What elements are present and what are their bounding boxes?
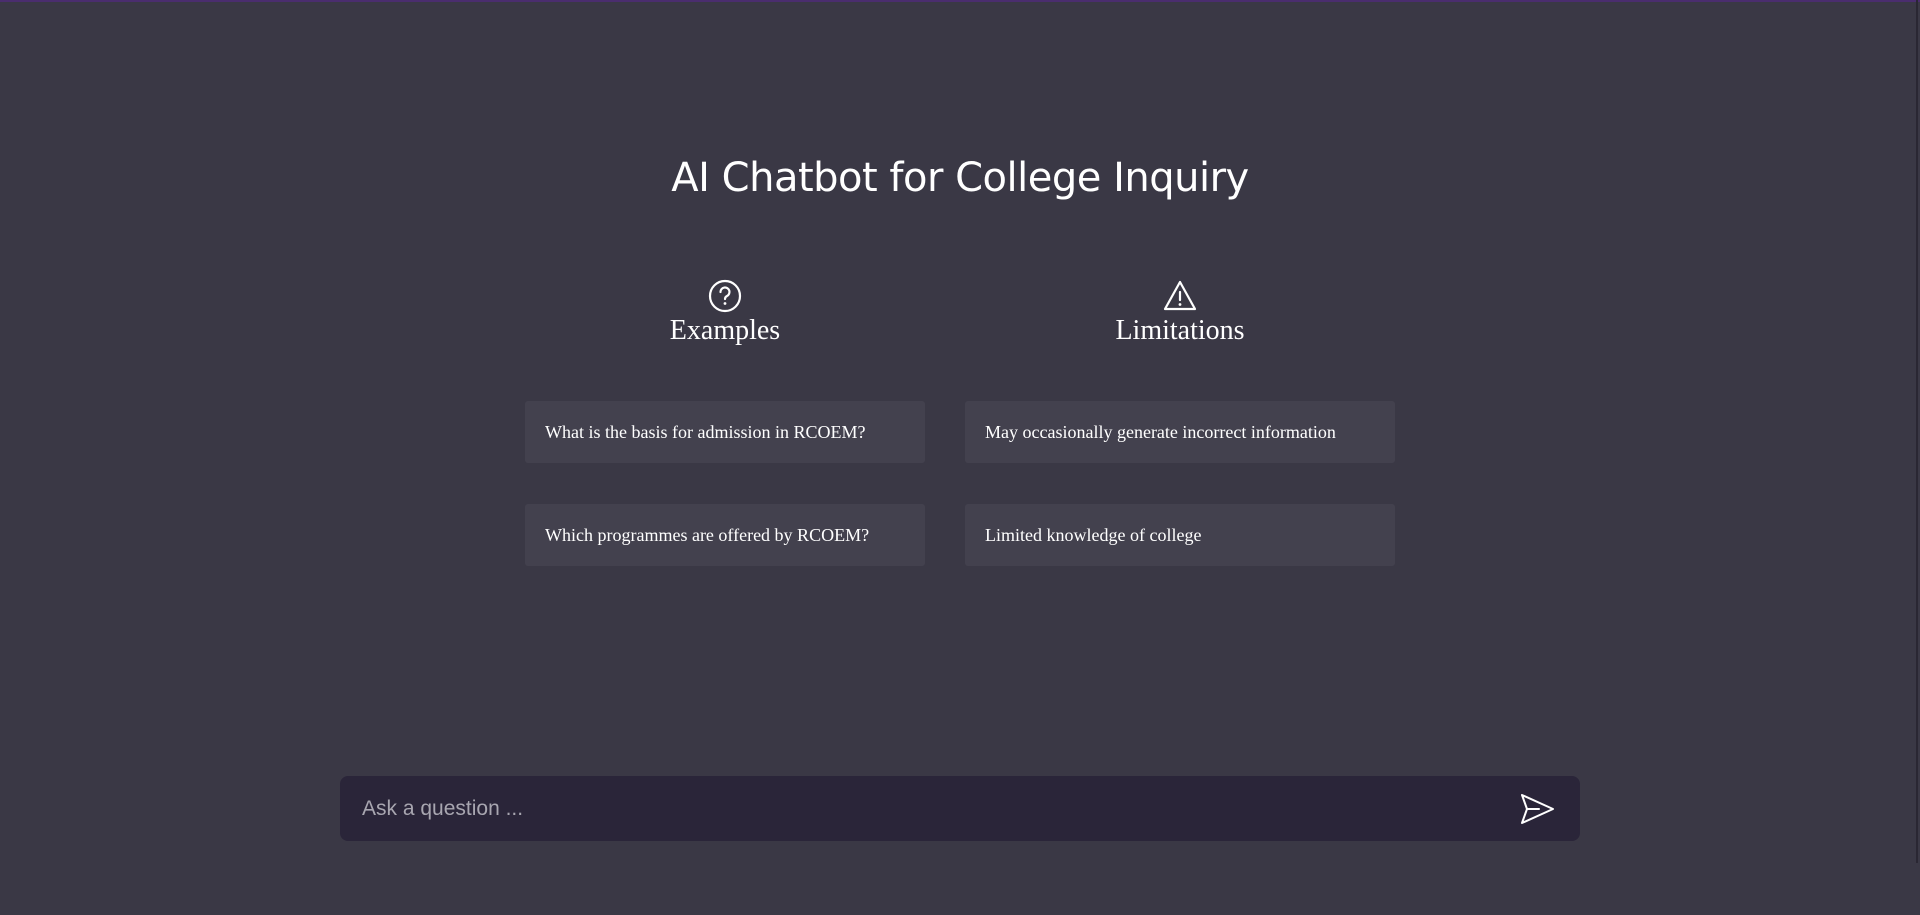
limitation-card-limited-knowledge: Limited knowledge of college (965, 504, 1395, 566)
example-card-programmes[interactable]: Which programmes are offered by RCOEM? (525, 504, 925, 566)
limitations-header: Limitations (965, 278, 1395, 348)
limitations-column: Limitations May occasionally generate in… (965, 278, 1395, 566)
page-title: AI Chatbot for College Inquiry (671, 155, 1249, 201)
examples-heading: Examples (669, 315, 781, 346)
top-border (0, 0, 1920, 2)
limitations-heading: Limitations (1115, 315, 1245, 346)
example-card-admission[interactable]: What is the basis for admission in RCOEM… (525, 401, 925, 463)
send-icon (1521, 794, 1554, 824)
question-input[interactable] (340, 776, 1490, 841)
scrollbar[interactable] (1916, 0, 1918, 863)
examples-column: Examples What is the basis for admission… (525, 278, 925, 566)
question-circle-icon (708, 279, 742, 313)
examples-header: Examples (525, 278, 925, 348)
limitation-card-incorrect-info: May occasionally generate incorrect info… (965, 401, 1395, 463)
warning-triangle-icon (1163, 280, 1197, 311)
send-button[interactable] (1516, 788, 1558, 830)
chat-input-bar (340, 776, 1580, 841)
